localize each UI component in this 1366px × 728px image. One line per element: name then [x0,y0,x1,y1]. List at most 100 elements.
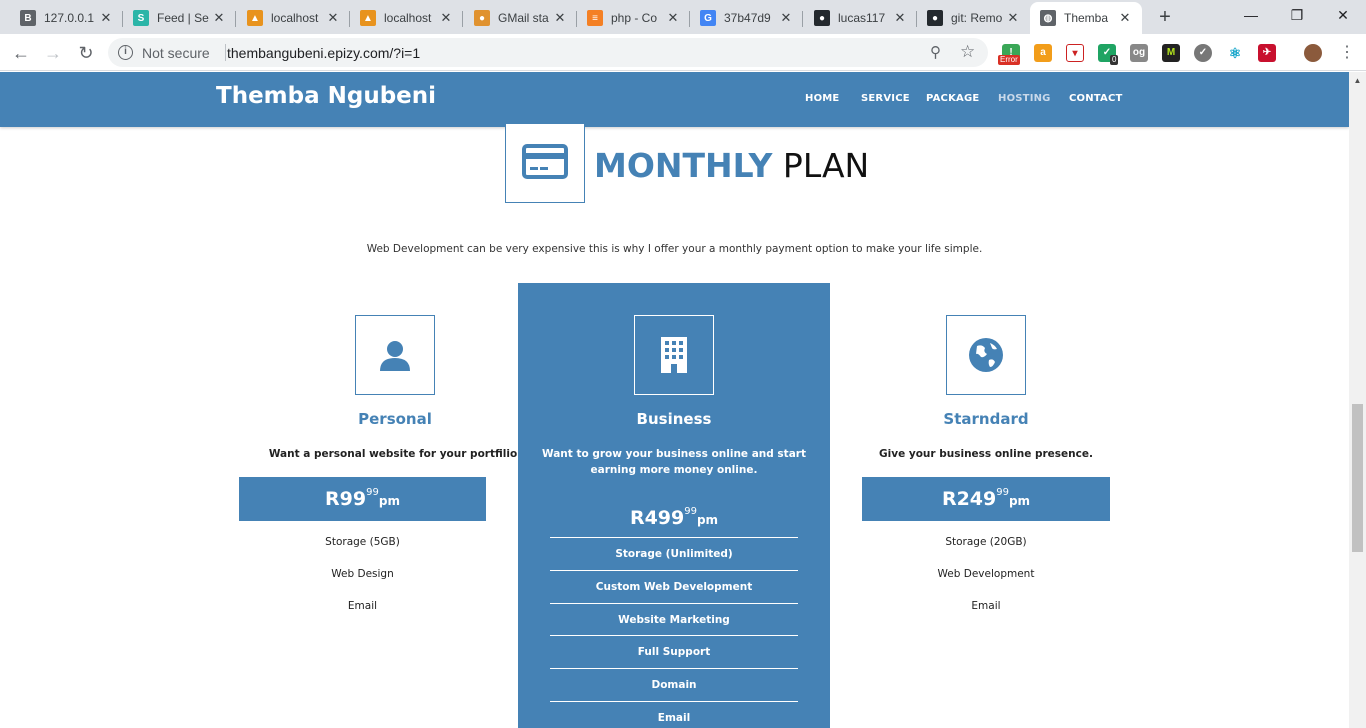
close-tab-icon[interactable]: ✕ [439,11,453,25]
close-tab-icon[interactable]: ✕ [779,11,793,25]
browser-tab[interactable]: B 127.0.0.1 ✕ [10,2,123,34]
site-brand[interactable]: Themba Ngubeni [216,83,436,109]
extension-count-badge: 0 [1110,55,1119,65]
plan-name: Business [636,410,712,428]
forward-button[interactable]: → [40,40,66,66]
phpmyadmin-icon: ▲ [247,10,263,26]
globe-icon: ◍ [1040,10,1056,26]
plan-feature: Email [971,600,1001,612]
plan-feature: Full Support [550,635,798,668]
bookmark-star-icon[interactable]: ☆ [960,42,975,62]
close-tab-icon[interactable]: ✕ [1118,11,1132,25]
tab-separator [802,11,803,27]
browser-tab[interactable]: ▲ localhost ✕ [237,2,350,34]
s-badge-icon: S [133,10,149,26]
zoom-icon[interactable]: ⚲ [930,43,941,61]
extension-m-icon[interactable]: M [1162,44,1180,62]
close-tab-icon[interactable]: ✕ [893,11,907,25]
browser-tab[interactable]: S Feed | Se ✕ [123,2,236,34]
heading-accent: MONTHLY [594,146,773,185]
tab-label: GMail sta [498,11,549,25]
minimize-button[interactable]: — [1228,0,1274,30]
browser-tab[interactable]: ● lucas117 ✕ [804,2,917,34]
price-amount: R499 [629,507,685,529]
stackoverflow-icon: ≡ [587,10,603,26]
profile-avatar[interactable] [1304,44,1322,62]
browser-tab[interactable]: ▲ localhost ✕ [350,2,463,34]
close-tab-icon[interactable]: ✕ [553,11,567,25]
browser-toolbar: ← → ↻ i Not secure thembangubeni.epizy.c… [0,34,1366,71]
address-bar[interactable]: i Not secure thembangubeni.epizy.com/?i=… [108,38,988,67]
tab-label: localhost [384,11,432,25]
nav-package[interactable]: PACKAGE [926,93,979,104]
extension-og-icon[interactable]: og [1130,44,1148,62]
plan-feature: Storage (5GB) [325,536,400,548]
new-tab-button[interactable]: + [1154,6,1176,28]
restore-button[interactable]: ❐ [1274,0,1320,30]
browser-tab[interactable]: ● git: Remo ✕ [917,2,1030,34]
nav-hosting[interactable]: HOSTING [998,93,1051,104]
tab-label: php - Co [611,11,658,25]
price-cents: 99 [996,487,1009,498]
plan-name: Personal [358,410,432,428]
info-icon[interactable]: i [118,45,133,60]
building-icon [634,315,714,395]
extension-pocket-icon[interactable]: ▾ [1066,44,1084,62]
google-icon: G [700,10,716,26]
extension-react-icon[interactable]: ⚛ [1226,44,1244,62]
plan-description: Give your business online presence. [879,448,1093,460]
back-button[interactable]: ← [8,40,34,66]
plan-feature: Website Marketing [550,603,798,636]
plan-feature: Domain [550,668,798,701]
intro-text: Web Development can be very expensive th… [366,243,983,255]
extension-grey-icon[interactable]: ✓ [1194,44,1212,62]
github-icon: ● [814,10,830,26]
browser-tab[interactable]: ≡ php - Co ✕ [577,2,690,34]
plan-feature: Web Design [331,568,394,580]
price-cents: 99 [684,506,697,517]
divider [225,44,226,61]
globe-icon [946,315,1026,395]
nav-contact[interactable]: CONTACT [1069,93,1123,104]
tab-label: Themba [1064,11,1109,25]
page-viewport: Themba Ngubeni HOME SERVICE PACKAGE HOST… [0,72,1366,728]
price-period: pm [378,494,400,508]
menu-icon[interactable]: ⋮ [1334,40,1360,66]
close-tab-icon[interactable]: ✕ [1006,11,1020,25]
url-text[interactable]: thembangubeni.epizy.com/?i=1 [227,45,420,61]
close-tab-icon[interactable]: ✕ [212,11,226,25]
tab-strip: B 127.0.0.1 ✕ S Feed | Se ✕ ▲ localhost ✕ ▲ localh… [0,0,1366,34]
scroll-up-arrow[interactable]: ▲ [1349,72,1366,89]
plan-price: R9999pm [239,477,486,521]
nav-home[interactable]: HOME [805,93,839,104]
close-tab-icon[interactable]: ✕ [326,11,340,25]
nav-service[interactable]: SERVICE [861,93,910,104]
extension-error-badge: Error [998,55,1020,65]
price-period: pm [1008,494,1031,508]
plan-feature: Web Development [937,568,1035,580]
browser-tab[interactable]: ◍ Themba ✕ [1030,2,1142,34]
plan-feature: Custom Web Development [550,570,798,603]
reload-button[interactable]: ↻ [73,40,99,66]
scrollbar[interactable]: ▲ [1349,72,1366,728]
close-tab-icon[interactable]: ✕ [666,11,680,25]
plan-description: Want to grow your business online and st… [542,448,806,476]
user-icon [355,315,435,395]
browser-tab[interactable]: ● GMail sta ✕ [464,2,577,34]
scrollbar-thumb[interactable] [1352,404,1363,552]
plan-price: R24999pm [862,477,1110,521]
tab-label: Feed | Se [157,11,209,25]
extension-shield-icon[interactable]: ✈ [1258,44,1276,62]
extension-orange-icon[interactable]: a [1034,44,1052,62]
tab-label: 127.0.0.1 [44,11,95,25]
credit-card-icon [505,124,585,203]
plan-price: R49999pm [550,496,798,536]
plan-feature: Email [550,701,798,728]
b-badge-icon: B [20,10,36,26]
close-tab-icon[interactable]: ✕ [99,11,113,25]
close-window-button[interactable]: ✕ [1320,0,1366,30]
browser-tab[interactable]: G 37b47d9 ✕ [690,2,803,34]
plan-card-business: Business Want to grow your business onli… [518,283,830,728]
tab-label: 37b47d9 [724,11,771,25]
plan-feature: Storage (Unlimited) [550,537,798,570]
